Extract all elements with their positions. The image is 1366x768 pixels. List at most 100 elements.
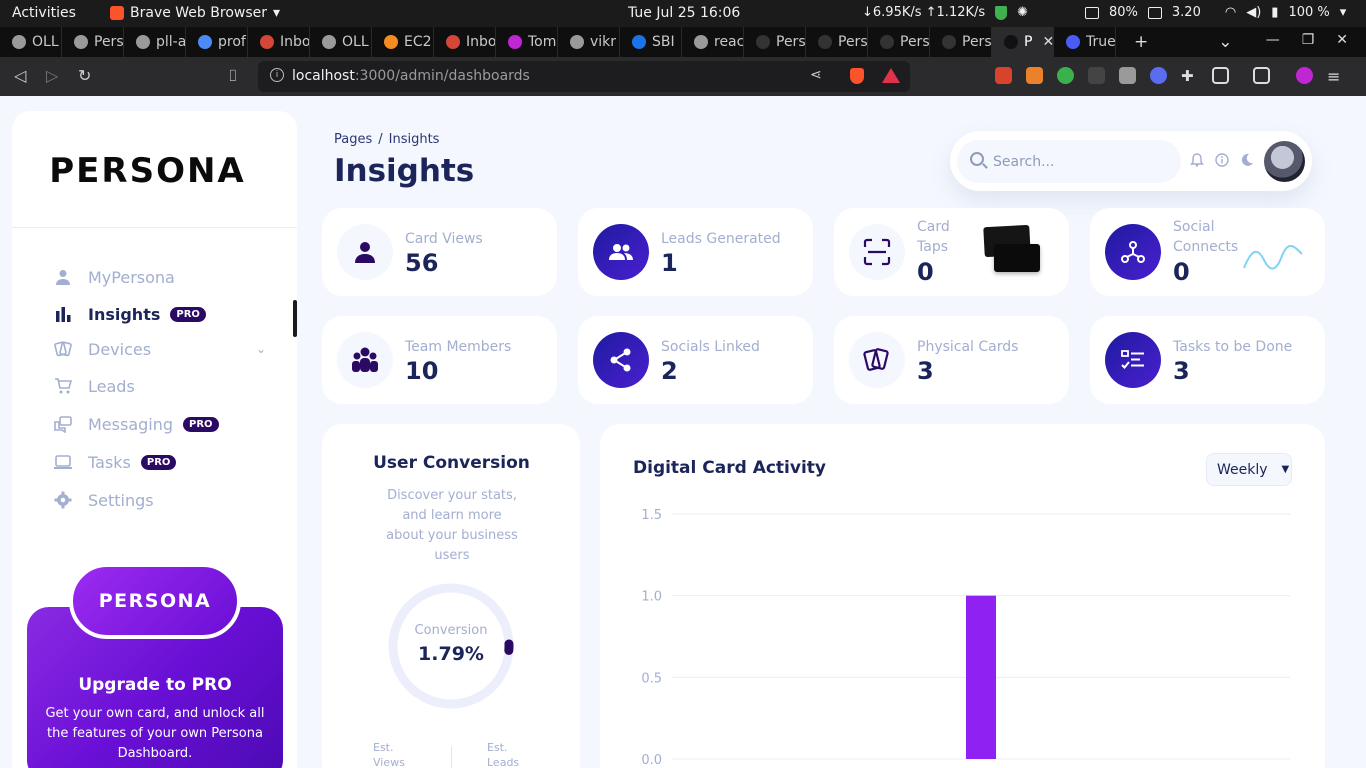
header-toolbar [950,131,1312,191]
stat-physical-cards: Physical Cards 3 [834,316,1069,404]
tab-label: True [1086,34,1116,50]
team-icon [337,332,393,388]
favicon-icon [12,35,26,49]
tab-label: OLL [32,34,59,50]
favicon-icon [880,35,894,49]
browser-tab[interactable]: Pers [744,27,806,57]
url-text[interactable]: localhost:3000/admin/dashboards [292,68,530,84]
minimize-icon[interactable]: — [1266,32,1280,48]
menu-icon[interactable]: ≡ [1327,67,1344,86]
close-window-icon[interactable]: ✕ [1336,32,1348,48]
sidebar-item-settings[interactable]: Settings [54,487,154,513]
clock[interactable]: Tue Jul 25 16:06 [628,5,740,21]
brave-rewards-icon[interactable] [882,68,900,83]
browser-tab[interactable]: Pers [62,27,124,57]
browser-tab[interactable]: pll-a [124,27,186,57]
share-icon[interactable]: ⋖ [810,67,822,83]
favicon-icon [818,35,832,49]
browser-tab[interactable]: reac [682,27,744,57]
tab-label: Inbo [280,34,310,50]
card-activity-panel: Digital Card Activity Weekly ▼ 1.5 1.0 0.5… [600,424,1325,768]
metamask-icon[interactable] [1026,67,1043,84]
system-tray[interactable]: 80% 3.20 ◠ ◀) ▮ 100 % ▾ [1085,5,1346,20]
gear-icon [54,491,72,509]
tab-label: Pers [962,34,992,50]
stat-value: 3 [1173,357,1190,385]
profile-icon[interactable] [1296,67,1313,84]
sidebar-item-devices[interactable]: Devices [54,336,151,362]
group-icon [593,224,649,280]
browser-tab[interactable]: prof [186,27,248,57]
tab-label: Pers [94,34,124,50]
person-icon [54,268,72,286]
search-box[interactable] [957,140,1181,183]
stat-leads-generated: Leads Generated 1 [578,208,813,296]
sidebar-item-leads[interactable]: Leads [54,373,135,399]
browser-tab[interactable]: SBI [620,27,682,57]
breadcrumb-root[interactable]: Pages [334,132,372,147]
browser-tab[interactable]: EC2 [372,27,434,57]
new-tab-icon[interactable]: + [1134,32,1148,52]
upgrade-card[interactable]: PERSONA Upgrade to PRO Get your own card… [27,563,283,768]
favicon-icon [570,35,584,49]
browser-tab[interactable]: Tom [496,27,558,57]
browser-tab[interactable]: P ✕ [992,27,1054,57]
conversion-description: Discover your stats, and learn more abou… [386,488,518,563]
chevron-down-icon[interactable]: ⌄ [256,342,266,356]
search-input[interactable] [993,151,1173,173]
favicon-icon [1066,35,1080,49]
browser-tab[interactable]: Inbo [434,27,496,57]
sidebar: PERSONA MyPersona Insights PRO Devices ⌄… [12,111,297,768]
system-stats: ↓6.95K/s ↑1.12K/s ✺ [862,5,1028,20]
extension-icon[interactable] [1119,67,1136,84]
activity-bar[interactable] [966,595,996,759]
address-bar[interactable]: i localhost:3000/admin/dashboards ⋖ [258,61,910,92]
tab-label: vikr [590,34,617,50]
est-leads-label: Est. Leads [487,741,520,768]
sidebar-item-insights[interactable]: Insights PRO [54,301,206,327]
browser-tab[interactable]: True [1054,27,1116,57]
openai-icon: ✺ [1017,5,1029,20]
tab-search-icon[interactable]: ⌄ [1218,32,1232,52]
moon-icon[interactable] [1240,153,1254,171]
puzzle-icon[interactable]: ✚ [1181,67,1198,85]
sidebar-item-mypersona[interactable]: MyPersona [54,264,175,290]
search-icon [970,152,984,166]
tab-label: pll-a [156,34,186,50]
browser-tab[interactable]: Inbo [248,27,310,57]
reload-icon[interactable]: ↻ [78,66,91,85]
app-menu[interactable]: Brave Web Browser ▾ [110,5,280,21]
extension-icon[interactable] [1088,67,1105,84]
forward-icon[interactable]: ▷ [46,66,58,85]
sidebar-item-tasks[interactable]: Tasks PRO [54,449,177,475]
cards-icon [54,340,72,358]
close-tab-icon[interactable]: ✕ [1042,34,1053,50]
browser-tab[interactable]: Pers [930,27,992,57]
sidebar-toggle-icon[interactable] [1212,67,1229,84]
sidebar-item-messaging[interactable]: Messaging PRO [54,411,219,437]
extension-icon[interactable] [995,67,1012,84]
window-controls: — ❐ ✕ [1266,32,1348,48]
cards-icon [849,332,905,388]
brand-logo[interactable]: PERSONA [12,151,283,191]
maximize-icon[interactable]: ❐ [1302,32,1315,48]
breadcrumb-current[interactable]: Insights [389,132,440,147]
browser-tab[interactable]: OLL [310,27,372,57]
browser-tab[interactable]: OLL [0,27,62,57]
site-info-icon[interactable]: i [270,68,284,82]
wallet-icon[interactable] [1253,67,1270,84]
extension-icon[interactable] [1150,67,1167,84]
browser-tab[interactable]: vikr [558,27,620,57]
bookmark-icon[interactable]: ⌷ [228,66,238,86]
info-icon[interactable] [1215,153,1229,171]
tab-label: Tom [528,34,557,50]
browser-tab[interactable]: Pers [806,27,868,57]
activities-button[interactable]: Activities [12,5,76,21]
avatar[interactable] [1264,141,1305,182]
brave-shields-icon[interactable] [850,68,864,84]
extension-icon[interactable] [1057,67,1074,84]
bell-icon[interactable] [1190,153,1204,171]
back-icon[interactable]: ◁ [14,66,26,85]
browser-tab[interactable]: Pers [868,27,930,57]
stat-value: 0 [1173,258,1190,286]
